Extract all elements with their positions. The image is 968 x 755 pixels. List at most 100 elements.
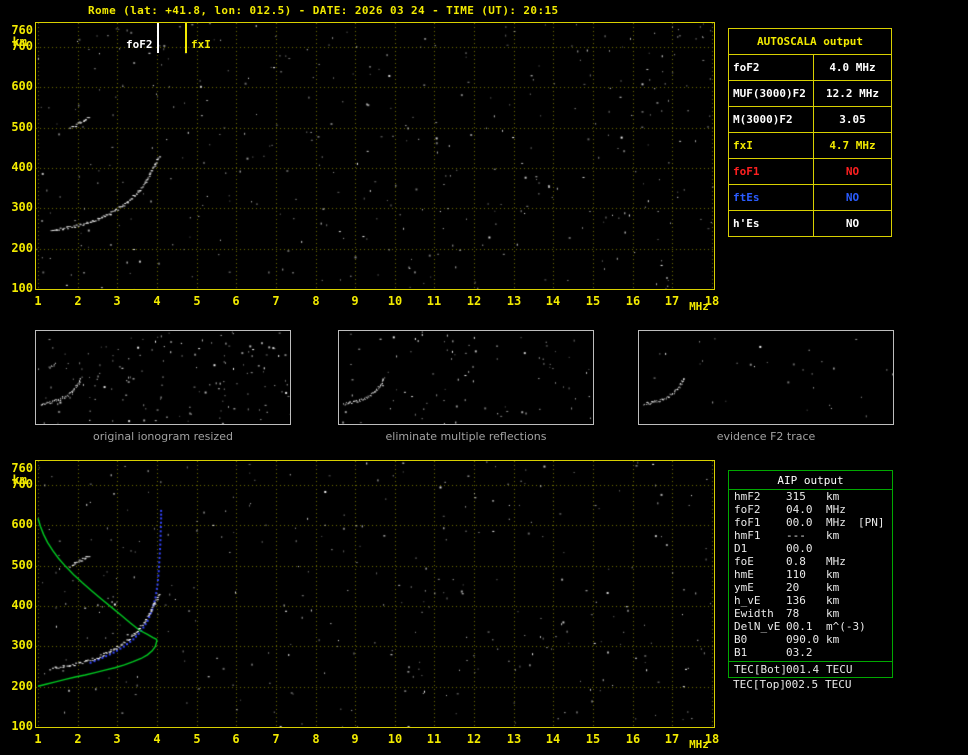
y-tick-label: 300 — [11, 638, 33, 652]
main-ionogram-canvas — [36, 23, 714, 289]
row-unit: m^(-3) — [826, 620, 866, 633]
autoscala-row-fof1: foF1 NO — [729, 158, 891, 184]
row-label: foF1 — [729, 159, 814, 184]
fxi-marker-label: fxI — [191, 38, 211, 51]
row-label: MUF(3000)F2 — [729, 81, 814, 106]
x-tick-label: 15 — [585, 294, 601, 308]
aip-row-fof2: foF2 04.0 MHz — [729, 503, 892, 516]
row-unit: km — [826, 594, 840, 607]
thumbnail-caption-reflections: eliminate multiple reflections — [385, 430, 547, 443]
autoscala-table-header: AUTOSCALA output — [757, 35, 863, 48]
y-axis-unit-label: km — [12, 35, 27, 49]
x-tick-label: 8 — [312, 294, 320, 308]
y-tick-label: 500 — [11, 558, 33, 572]
row-label: foE — [734, 555, 754, 568]
aip-row-hmf1: hmF1 --- km — [729, 529, 892, 542]
row-value: 002.5 — [785, 678, 819, 691]
aip-plot-x-axis: 1 2 3 4 5 6 7 8 9 10 11 12 13 14 15 16 17 18 MHz — [34, 732, 726, 751]
x-tick-label: 8 — [312, 732, 320, 746]
x-tick-label: 11 — [426, 294, 442, 308]
row-note — [858, 503, 892, 516]
row-label: foF2 — [729, 55, 814, 80]
x-tick-label: 1 — [34, 294, 42, 308]
row-note — [858, 555, 892, 568]
row-value: 0.8 — [786, 555, 806, 568]
row-note — [858, 646, 892, 659]
aip-row-hve: h_vE 136 km — [729, 594, 892, 607]
x-tick-label: 6 — [232, 294, 240, 308]
row-note — [858, 663, 892, 677]
x-tick-label: 10 — [387, 294, 403, 308]
x-tick-label: 4 — [153, 294, 161, 308]
y-tick-label: 200 — [11, 241, 33, 255]
row-label: h_vE — [734, 594, 761, 607]
row-note — [858, 529, 892, 542]
row-label: DelN_vE — [734, 620, 781, 633]
aip-row-delnve: DelN_vE 00.1 m^(-3) — [729, 620, 892, 633]
row-value: 03.2 — [786, 646, 813, 659]
x-tick-label: 17 — [664, 294, 680, 308]
thumbnail-multiple-reflections — [338, 330, 594, 425]
row-value: 3.05 — [839, 113, 866, 126]
autoscala-row-m3000f2: M(3000)F2 3.05 — [729, 106, 891, 132]
x-tick-label: 9 — [351, 294, 359, 308]
x-tick-label: 12 — [466, 294, 482, 308]
thumbnail-caption-original: original ionogram resized — [93, 430, 233, 443]
y-tick-label: 100 — [11, 281, 33, 295]
main-ionogram-plot: foF2 fxI — [35, 22, 715, 290]
row-value: 20 — [786, 581, 800, 594]
row-unit: km — [826, 607, 840, 620]
autoscala-row-hes: h'Es NO — [729, 210, 891, 236]
autoscala-screen: Rome (lat: +41.8, lon: 012.5) - DATE: 20… — [0, 0, 968, 755]
autoscala-row-fof2: foF2 4.0 MHz — [729, 54, 891, 80]
y-tick-label: 500 — [11, 120, 33, 134]
x-tick-label: 11 — [426, 732, 442, 746]
row-label: Ewidth — [734, 607, 774, 620]
aip-plot-y-axis: 760 700 600 500 400 300 200 100 km — [2, 461, 33, 733]
y-tick-label: 400 — [11, 160, 33, 174]
x-tick-label: 7 — [272, 732, 280, 746]
row-label: foF2 — [734, 503, 761, 516]
aip-output-table: AIP output hmF2 315 km foF2 04.0 MHz foF… — [728, 470, 893, 678]
y-tick-label: 300 — [11, 200, 33, 214]
y-tick-label: 400 — [11, 598, 33, 612]
row-note — [858, 633, 892, 646]
y-tick-label: 100 — [11, 719, 33, 733]
x-tick-label: 5 — [193, 732, 201, 746]
x-tick-label: 17 — [664, 732, 680, 746]
aip-row-b0: B0 090.0 km — [729, 633, 892, 646]
row-value: 12.2 MHz — [826, 87, 879, 100]
row-value: 315 — [786, 490, 806, 503]
y-tick-label: 200 — [11, 679, 33, 693]
row-value: NO — [845, 165, 860, 178]
row-value: 4.7 MHz — [829, 139, 876, 152]
thumbnail-canvas-f2trace — [639, 331, 893, 424]
row-label: ftEs — [729, 185, 814, 210]
aip-row-d1: D1 00.0 — [729, 542, 892, 555]
station-title: Rome (lat: +41.8, lon: 012.5) - DATE: 20… — [88, 4, 559, 17]
row-note — [858, 568, 892, 581]
thumbnail-canvas-original — [36, 331, 290, 424]
autoscala-row-muf3000f2: MUF(3000)F2 12.2 MHz — [729, 80, 891, 106]
thumbnail-canvas-reflections — [339, 331, 593, 424]
row-label: h'Es — [729, 211, 814, 236]
row-label: D1 — [734, 542, 748, 555]
aip-row-fof1: foF1 00.0 MHz [PN] — [729, 516, 892, 529]
x-tick-label: 6 — [232, 732, 240, 746]
x-tick-label: 16 — [625, 732, 641, 746]
x-tick-label: 7 — [272, 294, 280, 308]
row-unit: MHz — [826, 555, 846, 568]
aip-ionogram-canvas — [36, 461, 714, 727]
x-tick-label: 12 — [466, 732, 482, 746]
row-label: B1 — [734, 646, 748, 659]
aip-row-hme: hmE 110 km — [729, 568, 892, 581]
row-unit: TECU — [825, 678, 852, 691]
y-tick-label: 600 — [11, 517, 33, 531]
thumbnail-f2-trace — [638, 330, 894, 425]
row-value: --- — [786, 529, 806, 542]
x-tick-label: 3 — [113, 294, 121, 308]
row-note — [858, 594, 892, 607]
aip-ionogram-plot — [35, 460, 715, 728]
x-tick-label: 10 — [387, 732, 403, 746]
row-label: TEC[Bot] — [734, 663, 787, 676]
